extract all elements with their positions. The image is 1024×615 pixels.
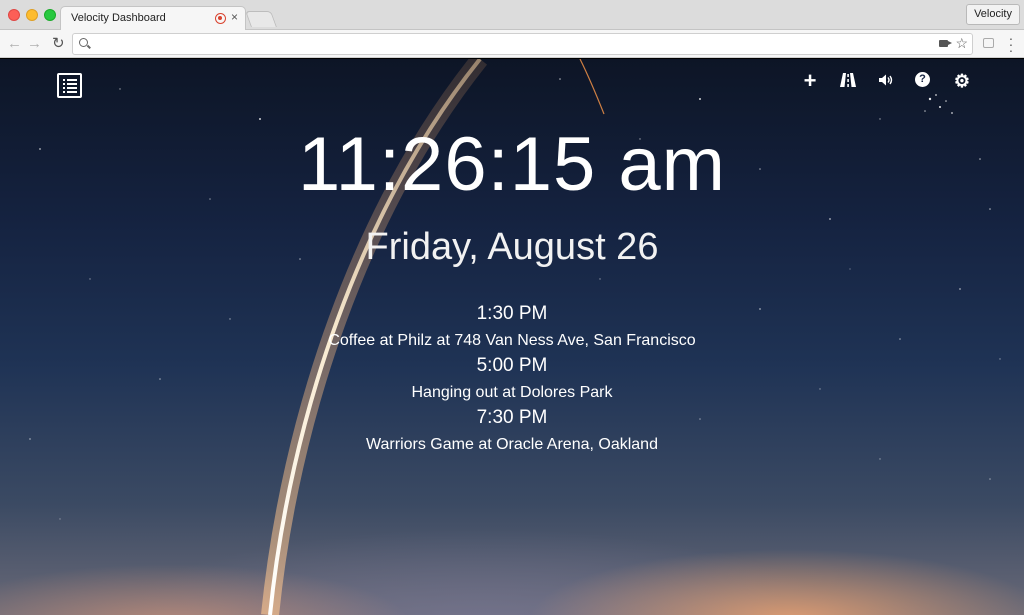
- road-icon[interactable]: [838, 71, 858, 91]
- help-icon[interactable]: ?: [915, 72, 930, 87]
- plus-icon[interactable]: +: [800, 70, 820, 92]
- tab-title: Velocity Dashboard: [71, 12, 166, 24]
- recording-icon: [215, 13, 226, 24]
- gear-icon[interactable]: ⚙: [952, 71, 972, 91]
- volume-icon[interactable]: [876, 71, 896, 91]
- camera-icon[interactable]: [939, 40, 952, 47]
- browser-titlebar: Velocity Dashboard × Velocity: [0, 0, 1024, 30]
- browser-menu-icon[interactable]: · · ·: [1008, 31, 1014, 57]
- event-description: Coffee at Philz at 748 Van Ness Ave, San…: [328, 332, 696, 349]
- search-icon: [79, 38, 88, 47]
- clock-time: 11:26:15 am: [298, 122, 726, 207]
- window-zoom-button[interactable]: [44, 9, 56, 21]
- browser-tab-active[interactable]: Velocity Dashboard ×: [60, 6, 246, 30]
- window-minimize-button[interactable]: [26, 9, 38, 21]
- browser-toolbar: ← → ↻ ☆ · · ·: [0, 30, 1024, 58]
- new-tab-button[interactable]: [245, 11, 277, 27]
- event-time: 1:30 PM: [476, 303, 548, 324]
- back-arrow-icon[interactable]: ←: [7, 35, 22, 52]
- window-close-button[interactable]: [8, 9, 20, 21]
- reload-icon[interactable]: ↻: [52, 34, 65, 52]
- bookmark-star-icon[interactable]: ☆: [955, 35, 968, 52]
- event-time: 7:30 PM: [476, 407, 548, 428]
- list-icon[interactable]: [57, 73, 82, 98]
- event-description: Warriors Game at Oracle Arena, Oakland: [366, 436, 658, 453]
- event-description: Hanging out at Dolores Park: [411, 384, 613, 401]
- forward-arrow-icon[interactable]: →: [27, 35, 42, 52]
- address-bar[interactable]: ☆: [72, 33, 973, 55]
- tab-close-icon[interactable]: ×: [231, 10, 238, 24]
- dashboard-page: + ? ⚙ 11:26:15 am Friday, August 26 1:30…: [0, 59, 1024, 615]
- clock-date: Friday, August 26: [365, 226, 659, 268]
- extension-icon[interactable]: [983, 38, 994, 48]
- profile-button[interactable]: Velocity: [966, 4, 1020, 25]
- event-time: 5:00 PM: [476, 355, 548, 376]
